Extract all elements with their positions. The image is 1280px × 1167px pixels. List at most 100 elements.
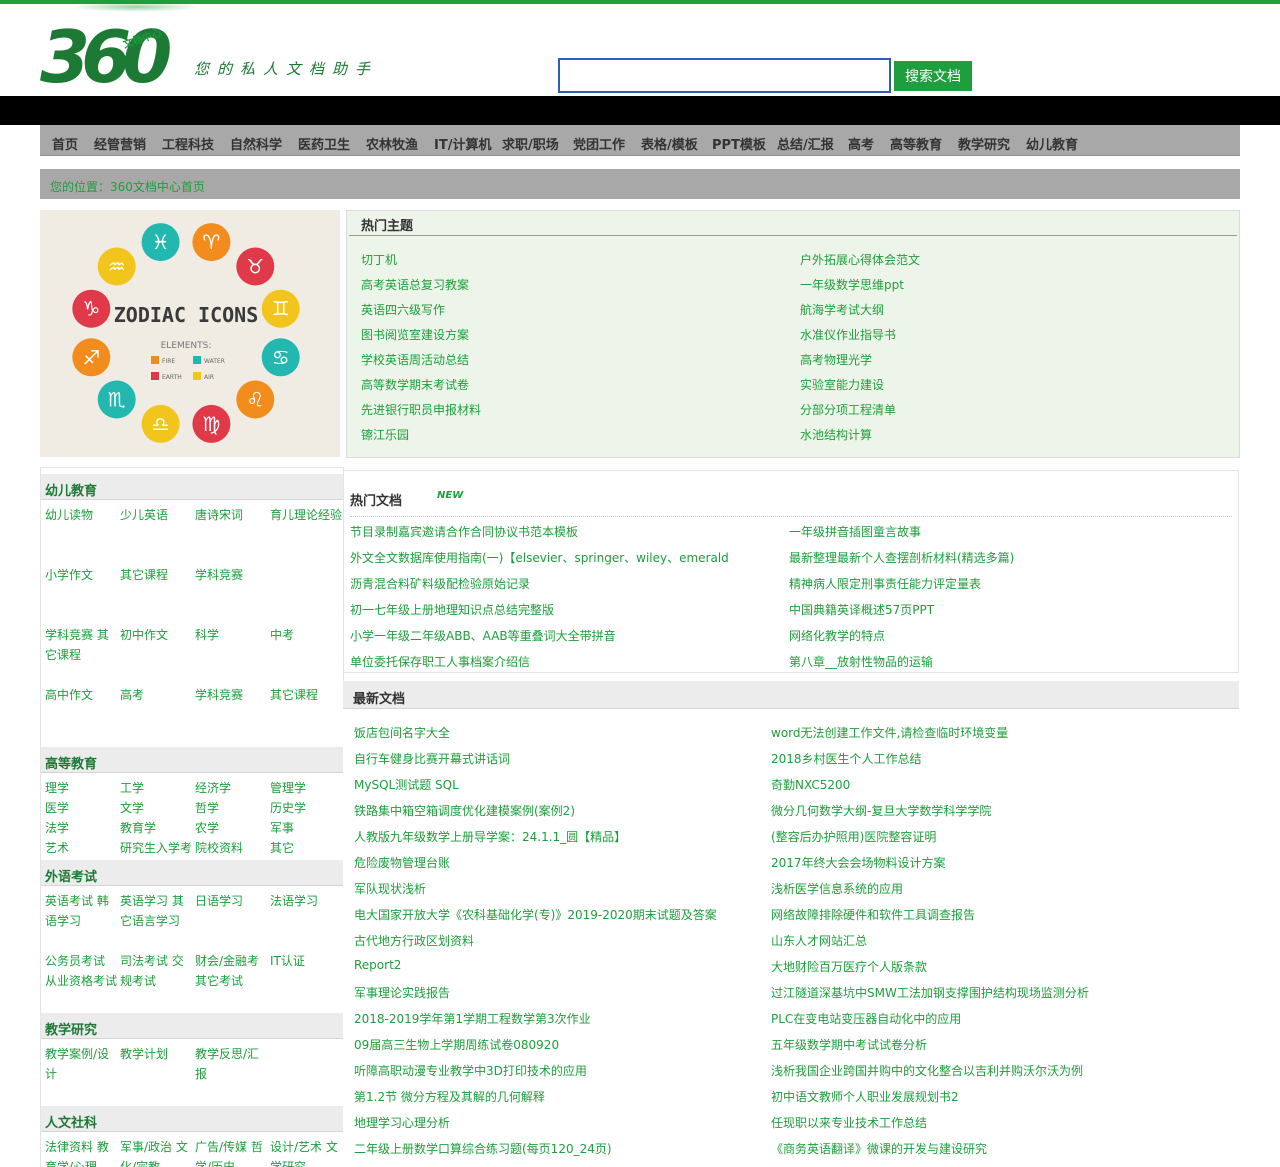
new-doc-link[interactable]: 第1.2节 微分方程及其解的几何解释 bbox=[354, 1088, 545, 1105]
hot-topic-link[interactable]: 先进银行职员申报材料 bbox=[361, 401, 481, 418]
new-doc-link[interactable]: 2018乡村医生个人工作总结 bbox=[771, 750, 922, 767]
new-doc-link[interactable]: Report2 bbox=[354, 958, 401, 972]
nav-item-home[interactable]: 首页 bbox=[52, 134, 78, 153]
category-link[interactable]: 初中作文 bbox=[120, 625, 192, 645]
nav-item[interactable]: 高等教育 bbox=[890, 134, 942, 153]
new-doc-link[interactable]: 古代地方行政区划资料 bbox=[354, 932, 474, 949]
hot-topic-link[interactable]: 高考物理光学 bbox=[800, 351, 872, 368]
category-link[interactable]: 医学 bbox=[45, 798, 117, 818]
category-link[interactable]: 教学计划 bbox=[120, 1044, 192, 1064]
nav-item[interactable]: 工程科技 bbox=[162, 134, 214, 153]
new-doc-link[interactable]: 大地财险百万医疗个人版条款 bbox=[771, 958, 927, 975]
hot-doc-link[interactable]: 沥青混合料矿料级配检验原始记录 bbox=[350, 575, 530, 592]
hot-doc-link[interactable]: 最新整理最新个人查摆剖析材料(精选多篇) bbox=[789, 549, 1014, 566]
category-link[interactable]: 教学反思/汇报 bbox=[195, 1044, 267, 1084]
hot-topic-link[interactable]: 高等数学期末考试卷 bbox=[361, 376, 469, 393]
new-doc-link[interactable]: MySQL测试题 SQL bbox=[354, 776, 459, 793]
category-link[interactable]: 财会/金融考 其它考试 bbox=[195, 951, 267, 991]
hot-doc-link[interactable]: 单位委托保存职工人事档案介绍信 bbox=[350, 653, 530, 670]
category-link[interactable]: 历史学 bbox=[270, 798, 342, 818]
category-link[interactable]: 英语学习 其它语言学习 bbox=[120, 891, 192, 931]
new-doc-link[interactable]: 山东人才网站汇总 bbox=[771, 932, 867, 949]
category-link[interactable]: 农学 bbox=[195, 818, 267, 838]
category-link[interactable]: 学科竞赛 bbox=[195, 685, 267, 705]
hot-topic-link[interactable]: 图书阅览室建设方案 bbox=[361, 326, 469, 343]
hot-doc-link[interactable]: 小学一年级二年级ABB、AAB等重叠词大全带拼音 bbox=[350, 627, 616, 644]
new-doc-link[interactable]: 2018-2019学年第1学期工程数学第3次作业 bbox=[354, 1010, 591, 1027]
category-link[interactable]: 艺术 bbox=[45, 838, 117, 858]
hot-topic-link[interactable]: 高考英语总复习教案 bbox=[361, 276, 469, 293]
new-doc-link[interactable]: 浅析医学信息系统的应用 bbox=[771, 880, 903, 897]
category-link[interactable]: 中考 bbox=[270, 625, 342, 645]
category-link[interactable]: 院校资料 bbox=[195, 838, 267, 858]
hot-doc-link[interactable]: 一年级拼音插图童言故事 bbox=[789, 523, 921, 540]
nav-item[interactable]: 求职/职场 bbox=[502, 134, 559, 153]
category-title[interactable]: 教学研究 bbox=[45, 1019, 97, 1038]
category-link[interactable]: 管理学 bbox=[270, 778, 342, 798]
category-link[interactable]: 高考 bbox=[120, 685, 192, 705]
hot-doc-link[interactable]: 节目录制嘉宾邀请合作合同协议书范本模板 bbox=[350, 523, 578, 540]
category-link[interactable]: 其它课程 bbox=[120, 565, 192, 585]
category-link[interactable]: 理学 bbox=[45, 778, 117, 798]
nav-item[interactable]: 幼儿教育 bbox=[1026, 134, 1078, 153]
new-doc-link[interactable]: 二年级上册数学口算综合练习题(每页120_24页) bbox=[354, 1140, 612, 1157]
category-title[interactable]: 外语考试 bbox=[45, 866, 97, 885]
category-title[interactable]: 幼儿教育 bbox=[45, 480, 97, 499]
hot-topic-link[interactable]: 水池结构计算 bbox=[800, 426, 872, 443]
category-link[interactable]: 学科竞赛 其它课程 bbox=[45, 625, 117, 665]
category-link[interactable]: 日语学习 bbox=[195, 891, 267, 911]
category-link[interactable]: 学科竞赛 bbox=[195, 565, 267, 585]
category-link[interactable]: 育儿理论经验 bbox=[270, 505, 342, 525]
new-doc-link[interactable]: 《商务英语翻译》微课的开发与建设研究 bbox=[771, 1140, 987, 1157]
hot-doc-link[interactable]: 网络化教学的特点 bbox=[789, 627, 885, 644]
nav-item[interactable]: 自然科学 bbox=[230, 134, 282, 153]
new-doc-link[interactable]: PLC在变电站变压器自动化中的应用 bbox=[771, 1010, 961, 1027]
new-doc-link[interactable]: 任现职以来专业技术工作总结 bbox=[771, 1114, 927, 1131]
hot-topic-link[interactable]: 学校英语周活动总结 bbox=[361, 351, 469, 368]
hot-doc-link[interactable]: 外文全文数据库使用指南(一)【elsevier、springer、wiley、e… bbox=[350, 549, 729, 566]
new-doc-link[interactable]: 浅析我国企业跨国并购中的文化整合以吉利并购沃尔沃为例 bbox=[771, 1062, 1083, 1079]
category-link[interactable]: 军事 bbox=[270, 818, 342, 838]
new-doc-link[interactable]: 2017年终大会会场物料设计方案 bbox=[771, 854, 946, 871]
banner-image[interactable]: ♈ ♉ ♊ ♋ ♌ ♍ ♎ ♏ ♐ ♑ ♒ ♓ ZODIAC ICONS ELEMENTS: FIRE… bbox=[40, 210, 340, 457]
category-link[interactable]: 科学 bbox=[195, 625, 267, 645]
category-title[interactable]: 人文社科 bbox=[45, 1112, 97, 1131]
hot-doc-link[interactable]: 精神病人限定刑事责任能力评定量表 bbox=[789, 575, 981, 592]
nav-item[interactable]: 总结/汇报 bbox=[777, 134, 834, 153]
hot-topic-link[interactable]: 水准仪作业指导书 bbox=[800, 326, 896, 343]
hot-topic-link[interactable]: 一年级数学思维ppt bbox=[800, 276, 904, 293]
new-doc-link[interactable]: 饭店包间名字大全 bbox=[354, 724, 450, 741]
category-link[interactable]: 广告/传媒 哲学/历史 bbox=[195, 1137, 267, 1167]
hot-topic-link[interactable]: 镲江乐园 bbox=[361, 426, 409, 443]
new-doc-link[interactable]: (整容后办护照用)医院整容证明 bbox=[771, 828, 936, 845]
hot-topic-link[interactable]: 英语四六级写作 bbox=[361, 301, 445, 318]
category-link[interactable]: 幼儿读物 bbox=[45, 505, 117, 525]
category-link[interactable]: 法语学习 bbox=[270, 891, 342, 911]
new-doc-link[interactable]: 五年级数学期中考试试卷分析 bbox=[771, 1036, 927, 1053]
category-link[interactable]: 经济学 bbox=[195, 778, 267, 798]
search-input[interactable] bbox=[558, 58, 891, 93]
new-doc-link[interactable]: 过江隧道深基坑中SMW工法加钢支撑围护结构现场监测分析 bbox=[771, 984, 1089, 1001]
new-doc-link[interactable]: 听障高职动漫专业教学中3D打印技术的应用 bbox=[354, 1062, 587, 1079]
new-doc-link[interactable]: 人教版九年级数学上册导学案：24.1.1_圆【精品】 bbox=[354, 828, 626, 845]
nav-item[interactable]: 经管营销 bbox=[94, 134, 146, 153]
nav-item[interactable]: PPT模板 bbox=[712, 134, 766, 153]
hot-doc-link[interactable]: 初一七年级上册地理知识点总结完整版 bbox=[350, 601, 554, 618]
category-link[interactable]: 文学 bbox=[120, 798, 192, 818]
category-link[interactable]: 法学 bbox=[45, 818, 117, 838]
new-doc-link[interactable]: 网络故障排除硬件和软件工具调查报告 bbox=[771, 906, 975, 923]
new-doc-link[interactable]: 危险废物管理台账 bbox=[354, 854, 450, 871]
category-link[interactable]: IT认证 bbox=[270, 951, 342, 971]
category-link[interactable]: 工学 bbox=[120, 778, 192, 798]
category-link[interactable]: 其它课程 bbox=[270, 685, 342, 705]
hot-topic-link[interactable]: 切丁机 bbox=[361, 251, 397, 268]
category-link[interactable]: 公务员考试 从业资格考试 bbox=[45, 951, 117, 991]
hot-topic-link[interactable]: 户外拓展心得体会范文 bbox=[800, 251, 920, 268]
new-doc-link[interactable]: 09届高三生物上学期周练试卷080920 bbox=[354, 1036, 559, 1053]
search-button[interactable]: 搜索文档 bbox=[894, 61, 972, 91]
category-link[interactable]: 其它 bbox=[270, 838, 342, 858]
new-doc-link[interactable]: word无法创建工作文件,请检查临时环境变量 bbox=[771, 724, 1008, 741]
new-doc-link[interactable]: 微分几何数学大纲-复旦大学数学科学学院 bbox=[771, 802, 991, 819]
category-link[interactable]: 法律资料 教育学/心理 bbox=[45, 1137, 117, 1167]
hot-topic-link[interactable]: 实验室能力建设 bbox=[800, 376, 884, 393]
